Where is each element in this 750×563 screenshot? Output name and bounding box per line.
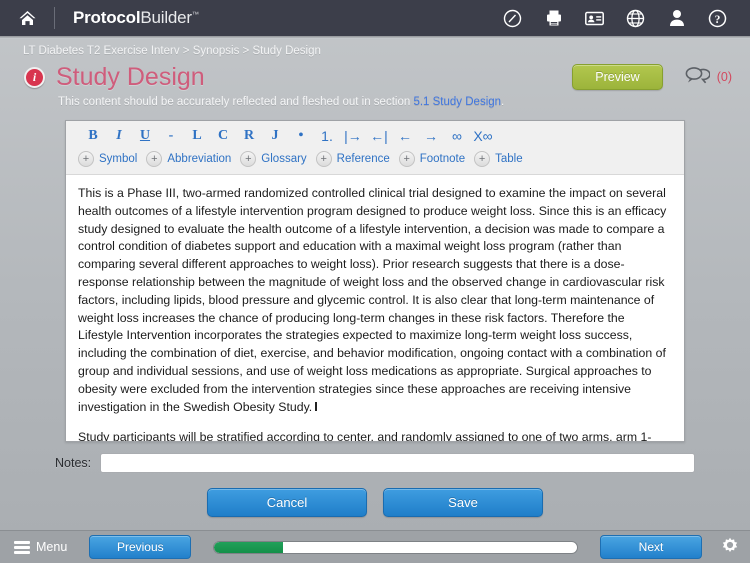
- app-brand: ProtocolBuilder™: [73, 8, 199, 28]
- strikethrough-button[interactable]: -: [158, 127, 184, 145]
- link-button[interactable]: ∞: [444, 127, 470, 145]
- top-navigation-bar: ProtocolBuilder™ ?: [0, 0, 750, 39]
- insert-chip-row: + Symbol + Abbreviation + Glossary + Reference +…: [74, 151, 676, 167]
- language-button[interactable]: [615, 0, 656, 36]
- menu-button[interactable]: Menu: [14, 540, 67, 554]
- breadcrumb[interactable]: LT Diabetes T2 Exercise Interv > Synopsi…: [0, 36, 750, 57]
- format-button-row: B I U - L C R J • 1. |→ ←| ← → ∞ X∞: [74, 127, 676, 145]
- notes-row: Notes:: [0, 442, 750, 473]
- progress-bar-fill: [214, 541, 284, 553]
- form-actions: Cancel Save: [0, 473, 750, 517]
- settings-button[interactable]: [720, 535, 740, 560]
- plus-icon: +: [78, 151, 94, 167]
- align-right-button[interactable]: R: [236, 127, 262, 145]
- plus-icon: +: [146, 151, 163, 167]
- editor-content-area[interactable]: This is a Phase III, two-armed randomize…: [66, 175, 684, 442]
- subtitle-text-after: .: [501, 96, 505, 108]
- chip-label: Table: [495, 153, 523, 165]
- progress-bar: [213, 540, 578, 554]
- printer-icon: [545, 9, 563, 27]
- insert-abbreviation-chip[interactable]: + Abbreviation: [146, 151, 231, 167]
- redo-button[interactable]: →: [418, 127, 444, 145]
- insert-glossary-chip[interactable]: + Glossary: [240, 151, 307, 167]
- indent-button[interactable]: |→: [340, 127, 366, 145]
- align-justify-button[interactable]: J: [262, 127, 288, 145]
- subtitle-section-link[interactable]: 5.1 Study Design: [413, 96, 501, 108]
- contacts-button[interactable]: [574, 0, 615, 36]
- info-badge-icon: i: [24, 66, 45, 88]
- insert-symbol-chip[interactable]: + Symbol: [78, 151, 137, 167]
- app-window: ProtocolBuilder™ ? LT Diabetes T2 Exerci…: [0, 0, 750, 563]
- preview-button[interactable]: Preview: [572, 64, 663, 90]
- plus-icon: +: [474, 151, 491, 167]
- bold-button[interactable]: B: [80, 127, 106, 145]
- globe-icon: [626, 9, 645, 28]
- menu-label: Menu: [36, 540, 68, 554]
- home-icon: [18, 9, 37, 27]
- print-button[interactable]: [533, 0, 574, 36]
- comment-count: (0): [716, 70, 732, 84]
- editor-paragraph: This is a Phase III, two-armed randomize…: [78, 186, 667, 414]
- chip-label: Symbol: [99, 153, 138, 165]
- chip-label: Abbreviation: [167, 153, 232, 165]
- next-button[interactable]: Next: [600, 535, 702, 559]
- bottom-navigation-bar: Menu Previous Next: [0, 530, 750, 563]
- chip-label: Footnote: [419, 153, 466, 165]
- outdent-button[interactable]: ←|: [366, 127, 392, 145]
- rich-text-editor: B I U - L C R J • 1. |→ ←| ← → ∞ X∞ + Symbol + Abbreviatio…: [65, 120, 685, 442]
- help-icon: ?: [708, 9, 727, 28]
- notes-input[interactable]: [100, 453, 695, 473]
- topbar-icon-group: ?: [492, 0, 750, 36]
- undo-button[interactable]: ←: [392, 127, 418, 145]
- numbered-list-button[interactable]: 1.: [314, 127, 340, 145]
- comments-button[interactable]: (0): [685, 66, 732, 89]
- brand-light: Builder: [140, 8, 192, 27]
- plus-icon: +: [240, 151, 257, 167]
- editor-paragraph: Study participants will be stratified ac…: [78, 430, 652, 442]
- clock-button[interactable]: [492, 0, 533, 36]
- text-caret: [315, 401, 318, 411]
- insert-reference-chip[interactable]: + Reference: [315, 151, 390, 167]
- chip-label: Glossary: [261, 153, 307, 165]
- hamburger-icon: [14, 540, 30, 554]
- unlink-button[interactable]: X∞: [470, 127, 496, 145]
- topbar-divider: [54, 7, 55, 29]
- align-left-button[interactable]: L: [184, 127, 210, 145]
- save-button[interactable]: Save: [383, 488, 543, 517]
- previous-button[interactable]: Previous: [89, 535, 192, 559]
- plus-icon: +: [398, 151, 415, 167]
- italic-button[interactable]: I: [106, 127, 132, 145]
- brand-trademark: ™: [191, 11, 199, 19]
- align-center-button[interactable]: C: [210, 127, 236, 145]
- subtitle-text-before: This content should be accurately reflec…: [58, 96, 414, 108]
- plus-icon: +: [315, 151, 332, 167]
- insert-footnote-chip[interactable]: + Footnote: [398, 151, 466, 167]
- editor-toolbar: B I U - L C R J • 1. |→ ←| ← → ∞ X∞ + Symbol + Abbreviatio…: [66, 121, 684, 175]
- home-button[interactable]: [0, 0, 54, 36]
- user-icon: [669, 9, 685, 27]
- cancel-button[interactable]: Cancel: [207, 488, 367, 517]
- notes-label: Notes:: [55, 456, 92, 470]
- underline-button[interactable]: U: [132, 127, 158, 145]
- chip-label: Reference: [336, 153, 390, 165]
- insert-table-chip[interactable]: + Table: [474, 151, 523, 167]
- bullet-list-button[interactable]: •: [288, 127, 314, 145]
- page-subtitle: This content should be accurately reflec…: [0, 93, 750, 108]
- help-button[interactable]: ?: [697, 0, 738, 36]
- id-card-icon: [585, 11, 604, 26]
- gear-icon: [720, 535, 740, 560]
- account-button[interactable]: [656, 0, 697, 36]
- comments-icon: [685, 66, 711, 89]
- clock-icon: [503, 9, 522, 28]
- page-title: Study Design: [56, 62, 205, 91]
- svg-text:?: ?: [715, 14, 721, 26]
- brand-bold: Protocol: [73, 8, 141, 27]
- page-header-row: i Study Design Preview (0): [0, 57, 750, 93]
